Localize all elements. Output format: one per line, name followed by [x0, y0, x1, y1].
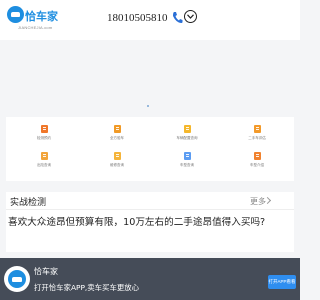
full-inspection-icon	[113, 125, 121, 133]
service-label: 全方验车	[110, 136, 124, 140]
config-query-icon	[183, 125, 191, 133]
service-repair-query[interactable]: 维修查询	[97, 152, 137, 176]
article-title[interactable]: 喜欢大众途昂但预算有限，10万左右的二手途昂值得入买吗?	[8, 214, 265, 228]
logo-name: 恰车家	[25, 10, 58, 23]
service-label: 检测预约	[37, 136, 51, 140]
chevron-down-icon	[187, 14, 194, 19]
service-label: 二手车评估	[248, 136, 266, 140]
accident-query-icon	[40, 152, 48, 160]
app-logo-icon	[4, 266, 30, 292]
service-inspection-booking[interactable]: 检测预约	[24, 125, 64, 149]
service-label: 出险查询	[37, 163, 51, 167]
service-label: 车辆配置查询	[176, 136, 198, 140]
used-car-valuation-icon	[253, 125, 261, 133]
services-grid: 检测预约 全方验车 车辆配置查询 二手车评估 出险查询 维修查询 车型查询 车型…	[6, 117, 294, 181]
menu-toggle-button[interactable]	[184, 10, 197, 23]
logo-domain: JIANCHEJIA.com	[18, 25, 53, 30]
inspection-booking-icon	[40, 125, 48, 133]
phone-icon[interactable]	[172, 11, 183, 24]
app-download-banner: 恰车家 打开恰车家APP,卖车买车更放心 打开APP看看	[0, 258, 300, 300]
service-model-query[interactable]: 车型查询	[167, 152, 207, 176]
service-config-query[interactable]: 车辆配置查询	[167, 125, 207, 149]
banner-text: 打开恰车家APP,卖车买车更放心	[34, 283, 140, 292]
hotline-number[interactable]: 18010505810	[107, 12, 168, 24]
car-logo-icon	[7, 6, 24, 23]
service-accident-query[interactable]: 出险查询	[24, 152, 64, 176]
service-label: 车型查询	[180, 163, 194, 167]
inspection-section: 实战检测 更多 喜欢大众途昂但预算有限，10万左右的二手途昂值得入买吗?	[6, 192, 294, 252]
divider	[6, 209, 294, 210]
loading-indicator	[147, 105, 149, 107]
site-logo[interactable]: 恰车家 JIANCHEJIA.com	[7, 6, 58, 32]
open-app-button[interactable]: 打开APP看看	[268, 275, 296, 289]
service-used-car-valuation[interactable]: 二手车评估	[237, 125, 277, 149]
top-header: 恰车家 JIANCHEJIA.com 18010505810	[0, 0, 300, 40]
repair-query-icon	[113, 152, 121, 160]
model-query-icon	[183, 152, 191, 160]
service-label: 维修查询	[110, 163, 124, 167]
service-model-intro[interactable]: 车型介绍	[237, 152, 277, 176]
app-name: 恰车家	[34, 267, 58, 276]
more-link[interactable]: 更多	[250, 196, 266, 207]
section-title: 实战检测	[10, 198, 47, 208]
service-full-inspection[interactable]: 全方验车	[97, 125, 137, 149]
service-label: 车型介绍	[250, 163, 264, 167]
model-intro-icon	[253, 152, 261, 160]
